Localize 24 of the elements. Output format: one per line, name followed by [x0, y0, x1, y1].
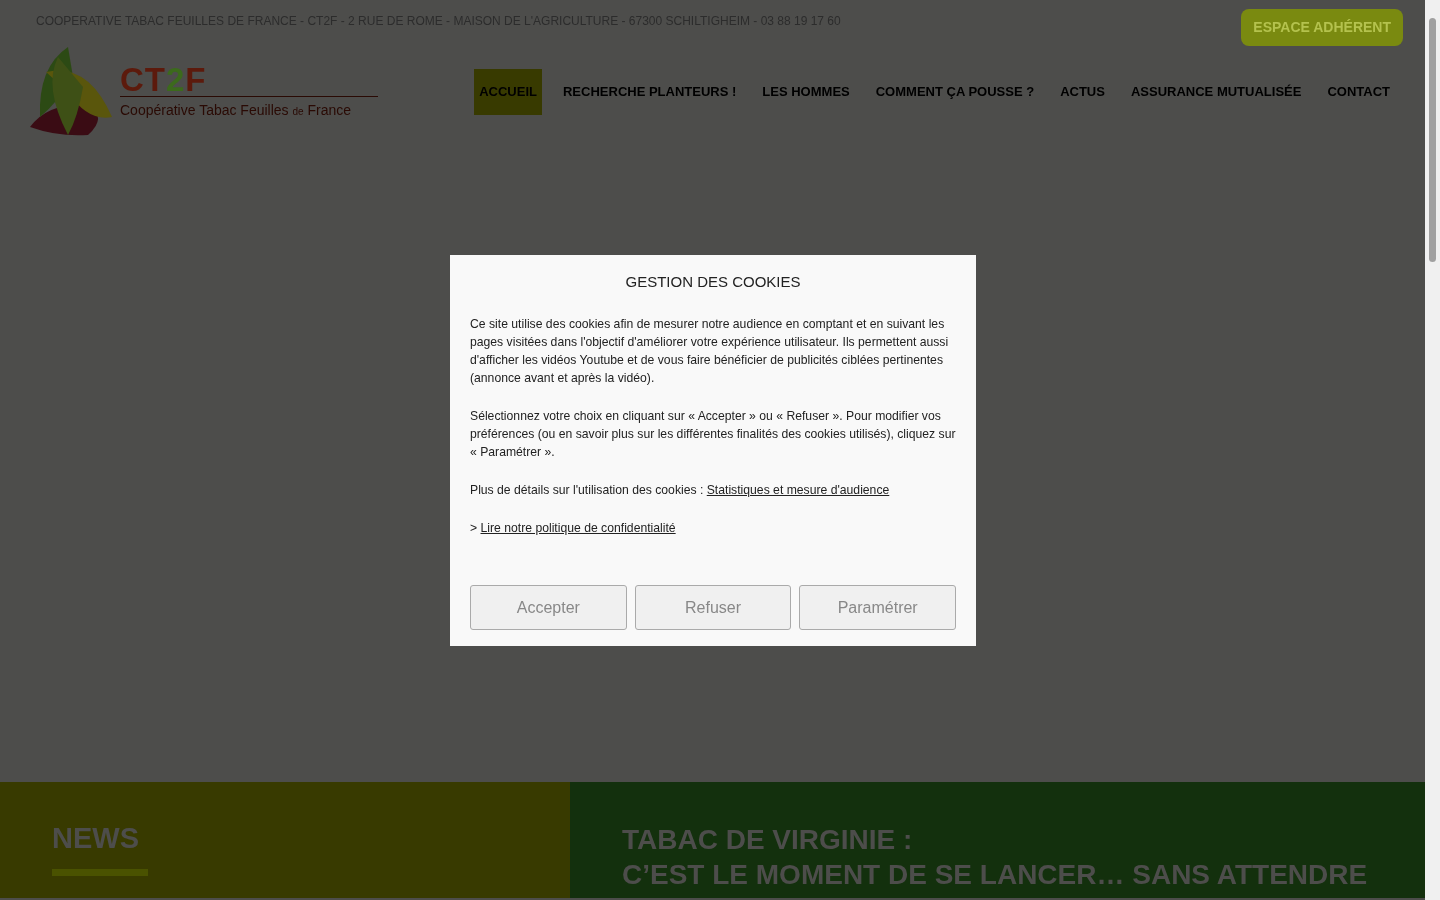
scrollbar[interactable]	[1425, 0, 1440, 900]
scrollbar-thumb[interactable]	[1429, 18, 1436, 262]
nav-link[interactable]: COMMENT ÇA POUSSE ?	[870, 69, 1040, 115]
member-area-button[interactable]: ESPACE ADHÉRENT	[1241, 9, 1403, 46]
cookie-choice-button[interactable]: Accepter	[470, 585, 627, 630]
cookie-choice-button[interactable]: Refuser	[634, 585, 792, 630]
nav-link[interactable]: CONTACT	[1322, 69, 1395, 115]
nav-link[interactable]: ASSURANCE MUTUALISÉE	[1125, 69, 1307, 115]
policy-text: > Lire notre politique de confidentialité	[470, 520, 677, 537]
nav-link[interactable]: RECHERCHE PLANTEURS !	[558, 69, 742, 115]
news-heading: NEWS	[52, 822, 140, 856]
details-text: Plus de détails sur l'utilisation des cookies : Statistiques et mesure d'audience	[470, 482, 891, 499]
logo-subtitle: Coopérative Tabac Feuilles de France	[120, 96, 378, 121]
dialog-title: GESTION DES COOKIES	[624, 273, 802, 291]
nav-link[interactable]: LES HOMMES	[757, 69, 855, 115]
statistics-link[interactable]: Statistiques et mesure d'audience	[706, 483, 890, 497]
nav-link[interactable]: ACTUS	[1055, 69, 1110, 115]
privacy-policy-link[interactable]: Lire notre politique de confidentialité	[480, 521, 676, 535]
leaf-logo-icon	[28, 47, 112, 137]
cookie-choice-button[interactable]: Paramétrer	[799, 585, 956, 630]
dialog-paragraph: Ce site utilise des cookies afin de mesurer notre audience en comptant et en suivant les pages visitées dans l'objectif d'améliorer votre expérience utilisateur. Ils permettent aussi d'afficher les vidéos Youtube et de vous faire bénéficier de publicités ciblées pertinentes (annonce avant et après la vidéo).	[470, 316, 950, 387]
dialog-paragraph: Sélectionnez votre choix en cliquant sur « Accepter » ou « Refuser ». Pour modifier vos préférences (ou en savoir plus sur les différentes finalités des cookies utilisés), cliquez sur « Paramétrer ».	[470, 408, 956, 461]
nav-link[interactable]: ACCUEIL	[474, 69, 542, 115]
article-headline: TABAC DE VIRGINIE : C’EST LE MOMENT DE SE LANCER… SANS ATTENDRE	[622, 823, 1368, 892]
